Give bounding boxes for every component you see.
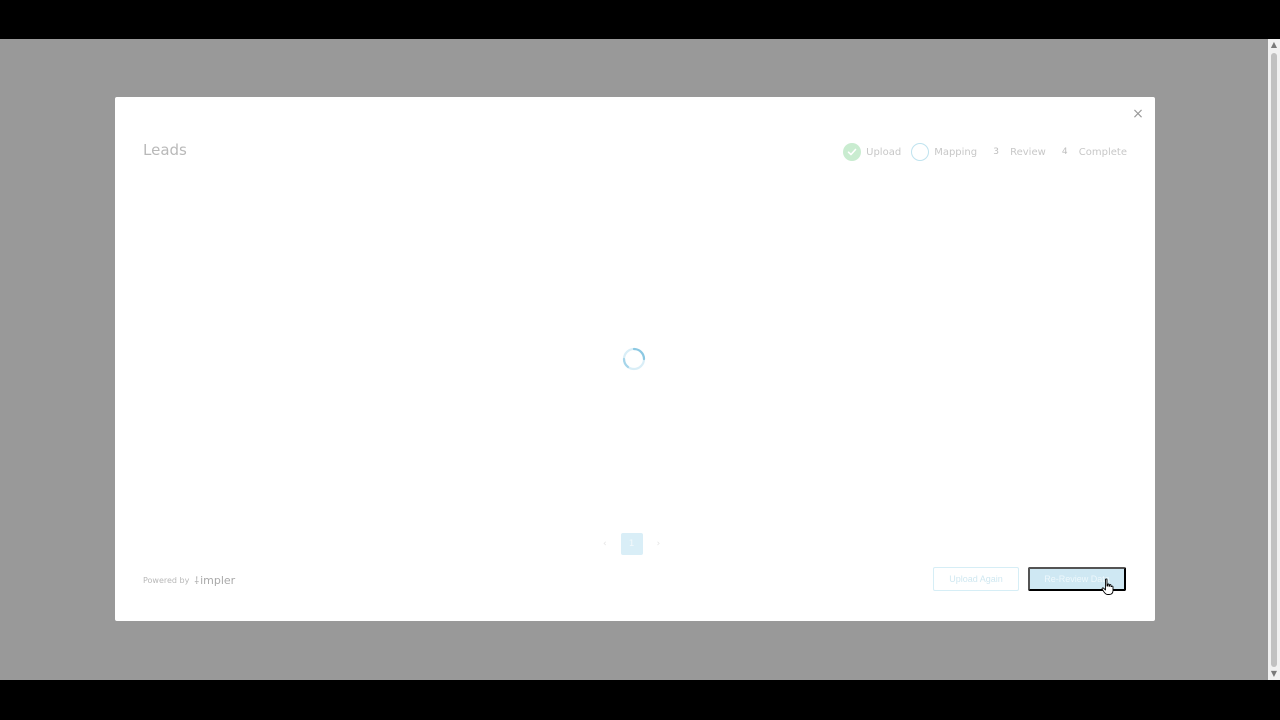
- step-complete: 4 Complete: [1056, 143, 1127, 161]
- import-modal: × Leads Upload Mapping 3 Review 4 Comple…: [115, 97, 1155, 621]
- modal-title: Leads: [143, 141, 187, 159]
- prev-page-button[interactable]: ‹: [603, 539, 607, 549]
- step-mapping: Mapping: [911, 143, 977, 161]
- check-icon: [843, 143, 862, 161]
- page-scrollbar[interactable]: ▲ ▼: [1268, 39, 1280, 680]
- scrollbar-thumb[interactable]: [1271, 53, 1277, 667]
- step-number: 4: [1061, 147, 1068, 157]
- step-active-indicator: [911, 143, 930, 161]
- scroll-down-icon[interactable]: ▼: [1268, 668, 1280, 680]
- import-stepper: Upload Mapping 3 Review 4 Complete: [833, 142, 1127, 162]
- step-number: 3: [993, 147, 999, 157]
- step-label: Upload: [866, 146, 902, 158]
- page-viewport: × Leads Upload Mapping 3 Review 4 Comple…: [0, 39, 1280, 680]
- step-label: Mapping: [934, 146, 978, 158]
- close-icon[interactable]: ×: [1131, 107, 1145, 121]
- step-label: Complete: [1078, 146, 1127, 158]
- scroll-up-icon[interactable]: ▲: [1268, 39, 1280, 51]
- next-page-button[interactable]: ›: [657, 539, 661, 549]
- letterbox-top: [0, 0, 1280, 39]
- hand-pointer-cursor-icon: [1101, 578, 1114, 595]
- pagination: ‹ 1 ›: [603, 533, 660, 555]
- step-review: 3 Review: [987, 143, 1046, 161]
- step-upload: Upload: [843, 143, 901, 161]
- letterbox-bottom: [0, 680, 1280, 720]
- upload-again-button[interactable]: Upload Again: [933, 567, 1019, 591]
- brand-name: impler: [200, 573, 236, 587]
- step-label: Review: [1010, 146, 1046, 158]
- loading-spinner-icon: [622, 347, 646, 371]
- impler-logo-icon: ⸸: [194, 576, 200, 587]
- powered-by-label: Powered by: [143, 575, 190, 585]
- powered-by: Powered by ⸸ impler: [143, 573, 236, 588]
- brand-logo[interactable]: ⸸ impler: [194, 573, 236, 588]
- page-button-current[interactable]: 1: [620, 533, 643, 555]
